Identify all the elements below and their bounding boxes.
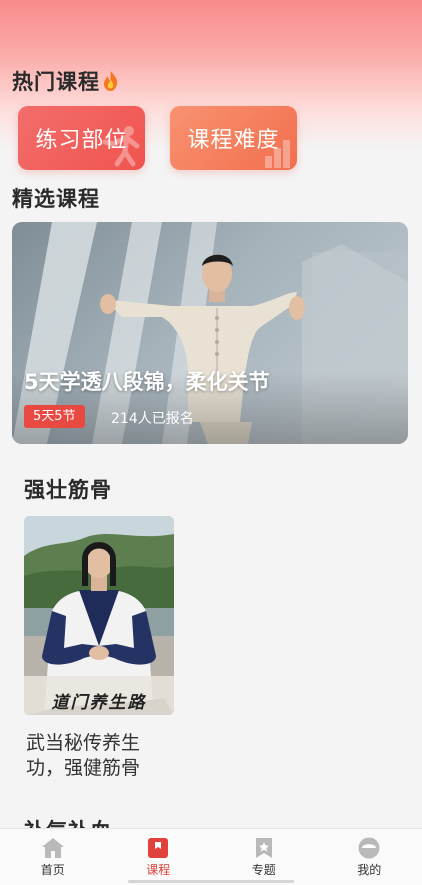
home-indicator — [128, 880, 294, 883]
course-thumbnail[interactable]: 道门养生路 — [24, 516, 174, 715]
category-body-part-button[interactable]: 练习部位 — [18, 106, 145, 170]
home-icon — [41, 837, 65, 859]
topic-icon — [254, 837, 274, 859]
difficulty-bars-icon — [263, 138, 293, 168]
featured-courses-title: 精选课程 — [12, 183, 100, 213]
strengthen-bones-title: 强壮筋骨 — [24, 474, 112, 504]
course-thumbnail-image — [24, 516, 174, 715]
hot-courses-title-text: 热门课程 — [12, 70, 100, 94]
lesson-count-badge: 5天5节 — [24, 405, 85, 428]
course-icon — [147, 837, 169, 859]
profile-icon — [358, 837, 380, 859]
course-thumbnail-caption: 道门养生路 — [24, 688, 174, 713]
practice-figure-icon — [101, 124, 141, 168]
course-description[interactable]: 武当秘传养生功，强健筋骨 — [26, 731, 166, 781]
tab-profile[interactable]: 我的 — [317, 829, 422, 885]
hot-courses-title: 热门课程 — [12, 66, 120, 96]
tab-home-label: 首页 — [41, 861, 65, 878]
tab-courses-label: 课程 — [146, 861, 170, 878]
featured-course-title: 5天学透八段锦，柔化关节 — [24, 366, 270, 396]
category-difficulty-button[interactable]: 课程难度 — [170, 106, 297, 170]
tab-courses[interactable]: 课程 — [106, 829, 212, 885]
tab-profile-label: 我的 — [357, 861, 381, 878]
bottom-tab-bar: 首页 课程 专题 我的 — [0, 828, 422, 885]
tab-topics-label: 专题 — [252, 861, 276, 878]
featured-course-card[interactable]: 5天学透八段锦，柔化关节 5天5节 214人已报名 — [12, 222, 408, 444]
fire-icon — [102, 70, 120, 92]
tab-home[interactable]: 首页 — [0, 829, 106, 885]
tab-topics[interactable]: 专题 — [211, 829, 317, 885]
enrolled-count: 214人已报名 — [111, 408, 194, 428]
